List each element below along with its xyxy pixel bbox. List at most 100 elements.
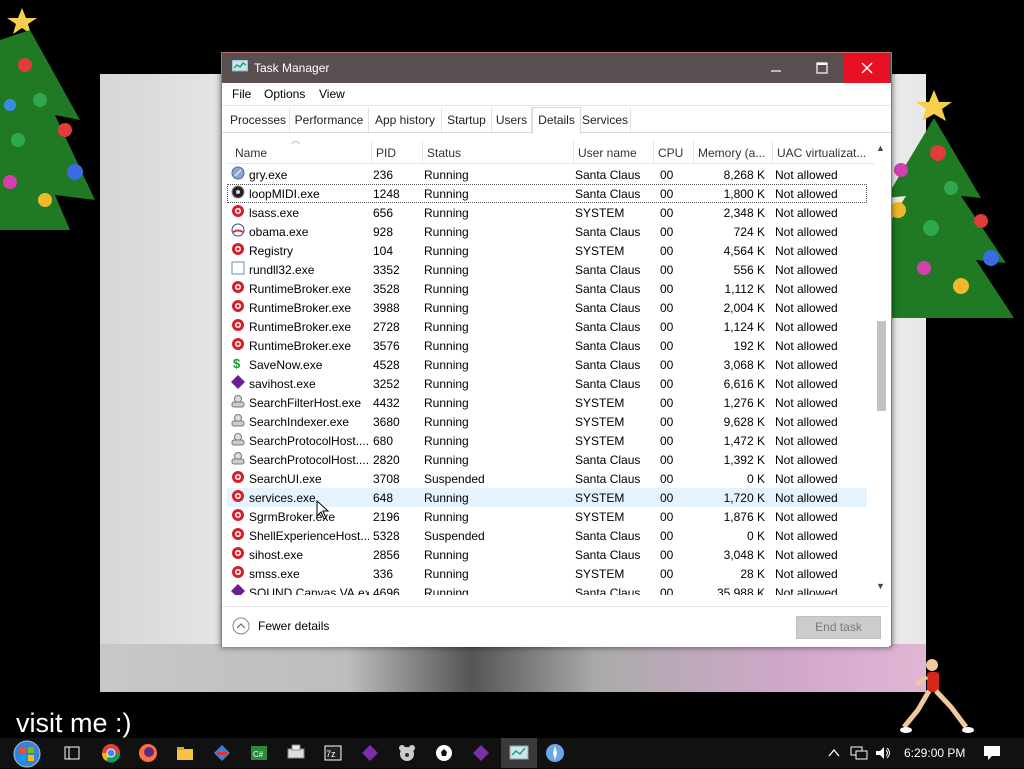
table-row[interactable]: smss.exe 336 Running SYSTEM 00 28 K Not allowe… <box>227 564 867 583</box>
table-row[interactable]: RuntimeBroker.exe 2728 Running Santa Claus 0… <box>227 317 867 336</box>
search-user-icon <box>231 451 245 465</box>
process-cpu: 00 <box>660 225 674 239</box>
tab-details[interactable]: Details <box>532 107 581 134</box>
table-row[interactable]: ShellExperienceHost.... 5328 Suspended Sant… <box>227 526 867 545</box>
process-cpu: 00 <box>660 377 674 391</box>
menu-options[interactable]: Options <box>264 87 305 101</box>
process-cpu: 00 <box>660 206 674 220</box>
purple-diamond-icon[interactable] <box>360 743 380 763</box>
process-uac: Not allowed <box>775 510 838 524</box>
dancer-figure-icon <box>900 659 974 733</box>
scroll-up-icon[interactable]: ▲ <box>876 143 885 153</box>
details-table: ︿ Name PID Status User name CPU Memory (… <box>227 141 889 595</box>
red-ball-icon <box>231 280 245 294</box>
svg-text:$: $ <box>233 356 241 370</box>
chrome-icon[interactable] <box>101 743 121 763</box>
process-status: Running <box>424 225 469 239</box>
column-header-name[interactable]: Name <box>231 141 372 163</box>
footer-bar: Fewer details End task <box>222 606 889 647</box>
table-row[interactable]: Registry 104 Running SYSTEM 00 4,564 K Not all… <box>227 241 867 260</box>
process-uac: Not allowed <box>775 282 838 296</box>
green-app-icon[interactable]: C# <box>249 743 269 763</box>
process-memory: 1,720 K <box>723 491 765 505</box>
minimize-button[interactable] <box>753 53 799 83</box>
tab-performance[interactable]: Performance <box>290 108 369 132</box>
soccer-ball-icon[interactable] <box>434 743 454 763</box>
tab-processes[interactable]: Processes <box>227 108 290 132</box>
chevron-up-icon[interactable] <box>828 747 840 759</box>
table-row[interactable]: loopMIDI.exe 1248 Running Santa Claus 00 1,80… <box>227 184 867 203</box>
title-bar[interactable]: Task Manager <box>222 53 891 83</box>
process-pid: 2820 <box>373 453 400 467</box>
process-pid: 928 <box>373 225 394 239</box>
column-header-status[interactable]: Status <box>423 141 574 163</box>
vertical-scrollbar[interactable]: ▲ ▼ <box>874 141 889 595</box>
table-row[interactable]: RuntimeBroker.exe 3528 Running Santa Claus 0… <box>227 279 867 298</box>
table-row[interactable]: savihost.exe 3252 Running Santa Claus 00 6,61… <box>227 374 867 393</box>
obama-logo-icon <box>231 223 245 237</box>
table-row[interactable]: SOUND Canvas VA.exe 4696 Running Santa Clau… <box>227 583 867 595</box>
process-memory: 1,124 K <box>723 320 765 334</box>
toolbox-icon[interactable] <box>212 743 232 763</box>
table-row[interactable]: obama.exe 928 Running Santa Claus 00 724 K Not… <box>227 222 867 241</box>
start-orb-icon[interactable] <box>10 739 44 769</box>
chevron-up-circle-icon[interactable] <box>232 617 250 635</box>
file-explorer-icon[interactable] <box>175 743 195 763</box>
process-pid: 4696 <box>373 586 400 595</box>
process-status: Running <box>424 244 469 258</box>
column-header-uac[interactable]: UAC virtualizat... <box>773 141 874 163</box>
table-row[interactable]: SearchFilterHost.exe 4432 Running SYSTEM 00 1… <box>227 393 867 412</box>
table-row[interactable]: sihost.exe 2856 Running Santa Claus 00 3,048 … <box>227 545 867 564</box>
column-header-user-name[interactable]: User name <box>574 141 654 163</box>
bear-icon[interactable] <box>397 743 417 763</box>
keyboard-icon[interactable] <box>286 743 306 763</box>
column-header-pid[interactable]: PID <box>372 141 423 163</box>
process-name: SOUND Canvas VA.exe <box>249 586 369 595</box>
column-header-cpu[interactable]: CPU <box>654 141 694 163</box>
task-view-icon[interactable] <box>62 743 82 763</box>
menu-file[interactable]: File <box>232 87 251 101</box>
network-icon[interactable] <box>850 745 868 761</box>
table-row[interactable]: SearchIndexer.exe 3680 Running SYSTEM 00 9,62… <box>227 412 867 431</box>
table-row[interactable]: gry.exe 236 Running Santa Claus 00 8,268 K Not… <box>227 165 867 184</box>
firefox-icon[interactable] <box>138 743 158 763</box>
tab-startup[interactable]: Startup <box>442 108 492 132</box>
table-row[interactable]: $ SaveNow.exe 4528 Running Santa Claus 00 3,06… <box>227 355 867 374</box>
safari-compass-icon[interactable] <box>545 743 565 763</box>
end-task-button[interactable]: End task <box>796 616 881 639</box>
maximize-button[interactable] <box>799 53 845 83</box>
tab-users[interactable]: Users <box>492 108 532 132</box>
process-uac: Not allowed <box>775 415 838 429</box>
process-uac: Not allowed <box>775 434 838 448</box>
7zip-icon[interactable]: 7z <box>323 743 343 763</box>
taskbar-clock[interactable]: 6:29:00 PM <box>904 746 965 760</box>
table-row[interactable]: RuntimeBroker.exe 3988 Running Santa Claus 0… <box>227 298 867 317</box>
process-status: Running <box>424 282 469 296</box>
table-row[interactable]: RuntimeBroker.exe 3576 Running Santa Claus 0… <box>227 336 867 355</box>
process-user: Santa Claus <box>575 472 641 486</box>
table-row[interactable]: SearchProtocolHost.... 680 Running SYSTEM 00… <box>227 431 867 450</box>
menu-view[interactable]: View <box>319 87 345 101</box>
process-name: sihost.exe <box>249 548 304 562</box>
column-header-memory[interactable]: Memory (a... <box>694 141 773 163</box>
process-cpu: 00 <box>660 320 674 334</box>
process-uac: Not allowed <box>775 339 838 353</box>
notification-icon[interactable] <box>983 745 1001 761</box>
tab-app-history[interactable]: App history <box>369 108 442 132</box>
scroll-down-icon[interactable]: ▼ <box>876 581 885 591</box>
christmas-tree-left-icon <box>0 8 95 230</box>
taskbar-active-item[interactable] <box>501 738 537 768</box>
volume-icon[interactable] <box>874 745 892 761</box>
red-ball-icon <box>231 508 245 522</box>
process-user: Santa Claus <box>575 168 641 182</box>
fewer-details-link[interactable]: Fewer details <box>258 619 329 633</box>
table-row[interactable]: rundll32.exe 3352 Running Santa Claus 00 556 … <box>227 260 867 279</box>
close-button[interactable] <box>844 53 890 83</box>
table-row[interactable]: SearchProtocolHost.... 2820 Running Santa C… <box>227 450 867 469</box>
table-row[interactable]: SearchUI.exe 3708 Suspended Santa Claus 00 0 … <box>227 469 867 488</box>
red-ball-icon <box>231 565 245 579</box>
purple-diamond-icon[interactable] <box>471 743 491 763</box>
scrollbar-thumb[interactable] <box>877 321 886 411</box>
tab-services[interactable]: Services <box>580 108 631 132</box>
table-row[interactable]: lsass.exe 656 Running SYSTEM 00 2,348 K Not al… <box>227 203 867 222</box>
